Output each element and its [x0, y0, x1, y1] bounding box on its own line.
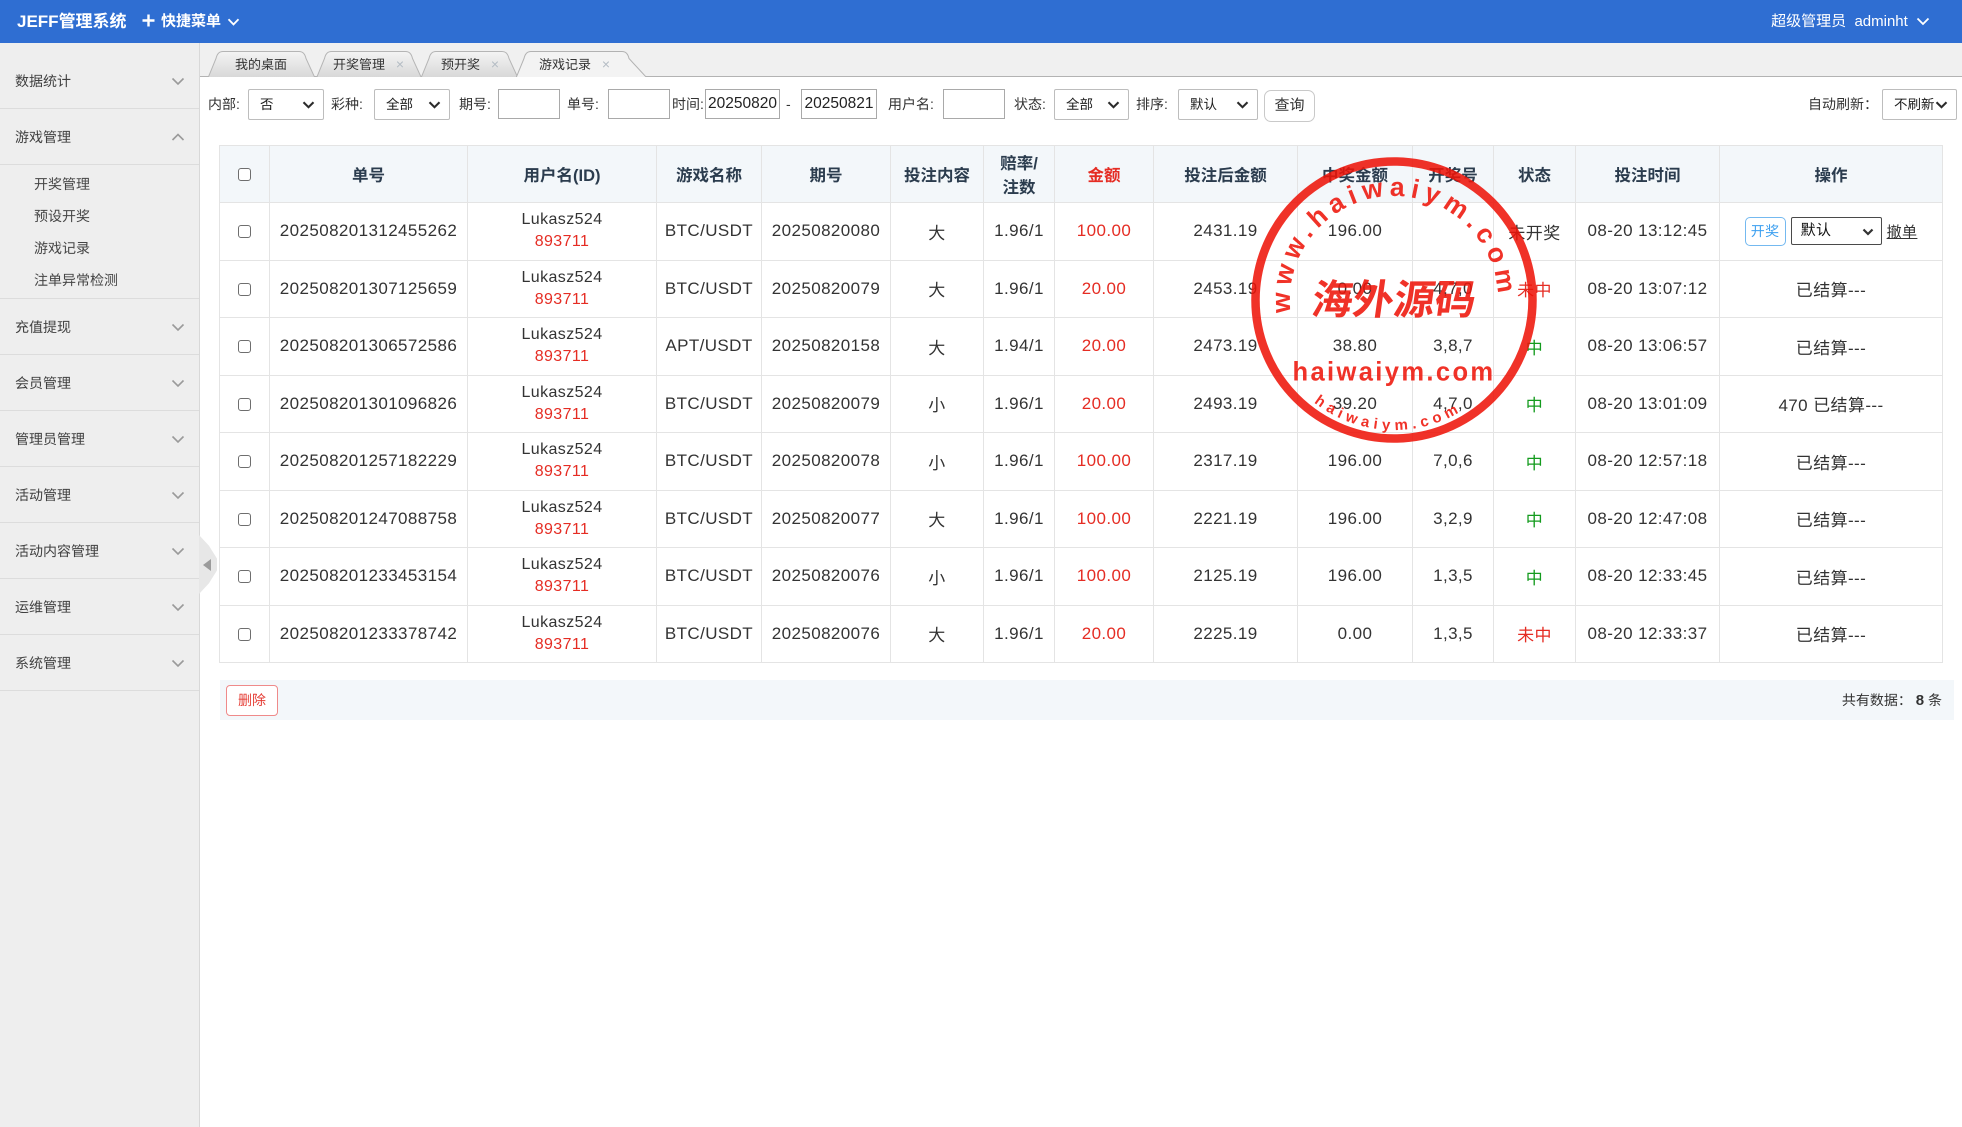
svg-text:haiwaiym.com: haiwaiym.com: [1293, 357, 1496, 387]
